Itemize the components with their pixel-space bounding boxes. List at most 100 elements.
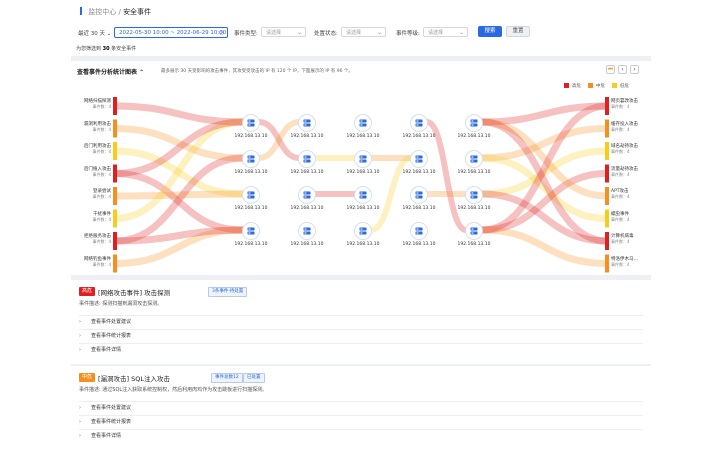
right-node-bar xyxy=(605,209,609,228)
ip-node[interactable]: 192.168.13.10 xyxy=(231,186,271,211)
left-node-bar xyxy=(113,97,117,115)
date-range-input[interactable]: 2022-05-30 10:00 ~ 2022-06-29 10:00 ◷ xyxy=(114,27,228,38)
server-icon xyxy=(415,155,423,163)
first-page-button[interactable]: ⏮ xyxy=(606,65,615,74)
chevron-right-icon: › xyxy=(79,333,81,339)
target-node[interactable]: 网页篡改攻击 事件数：4 xyxy=(611,98,651,110)
expand-row[interactable]: › 查看事件处置建议 xyxy=(79,401,643,414)
source-node[interactable]: 漏洞利用攻击 事件数：4 xyxy=(71,121,111,133)
target-node[interactable]: 域名劫持攻击 事件数：4 xyxy=(611,143,651,155)
event-title[interactable]: [漏洞攻击] SQL注入攻击 xyxy=(98,373,170,383)
level-select[interactable]: 请选择 ⌄ xyxy=(423,27,468,37)
row-label: 查看事件统计报表 xyxy=(91,419,132,425)
status-label: 处置状态: xyxy=(314,31,338,37)
event-type-select[interactable]: 请选择 ⌄ xyxy=(261,27,306,37)
chart-title: 查看事件分析统计图表 xyxy=(77,69,138,76)
ip-node-circle xyxy=(465,150,483,168)
ip-node[interactable]: 192.168.13.10 xyxy=(399,150,439,175)
expand-row[interactable]: › 查看事件详情 xyxy=(79,429,643,442)
expand-row[interactable]: › 查看事件统计报表 xyxy=(79,329,643,342)
ip-node-circle xyxy=(298,114,316,132)
status-select[interactable]: 请选择 ⌄ xyxy=(341,27,386,37)
result-number: 30 xyxy=(102,46,110,52)
ip-node[interactable]: 192.168.13.10 xyxy=(287,186,327,211)
legend-label: 中危 xyxy=(596,84,605,89)
source-node[interactable]: 干扰事件 事件数：4 xyxy=(71,211,111,223)
legend-medium: 中危 xyxy=(588,83,605,89)
chevron-down-icon: ⌄ xyxy=(106,31,112,37)
event-title[interactable]: [网络攻击事件] 攻击探测 xyxy=(98,287,170,297)
ip-node[interactable]: 192.168.13.10 xyxy=(454,222,494,247)
expand-row[interactable]: › 查看事件详情 xyxy=(79,343,643,356)
ip-node[interactable]: 192.168.13.10 xyxy=(343,222,383,247)
target-node[interactable]: 流量劫持攻击 事件数：4 xyxy=(611,166,651,178)
legend-low: 低危 xyxy=(612,83,629,89)
chart-toggle[interactable]: 查看事件分析统计图表 ⌃ xyxy=(77,67,144,76)
ip-node[interactable]: 192.168.13.10 xyxy=(343,114,383,139)
level-placeholder: 请选择 xyxy=(428,30,444,36)
target-node[interactable]: 缓存投入攻击 事件数：4 xyxy=(611,121,651,133)
source-node[interactable]: 网络扫描探测 事件数：4 xyxy=(71,98,111,110)
clock-icon: ◷ xyxy=(219,30,224,36)
server-icon xyxy=(359,119,367,127)
ip-node[interactable]: 192.168.13.10 xyxy=(343,150,383,175)
expand-row[interactable]: › 查看事件统计报表 xyxy=(79,415,643,428)
ip-node[interactable]: 192.168.13.10 xyxy=(231,150,271,175)
ip-node[interactable]: 192.168.13.10 xyxy=(343,186,383,211)
ip-label: 192.168.13.10 xyxy=(457,242,491,247)
ip-node[interactable]: 192.168.13.10 xyxy=(399,222,439,247)
chart-subtitle: 最多展示 30 天受影响的攻击事件，其攻受受攻击的 IP 有 120 个 IP，… xyxy=(161,69,353,74)
node-count: 事件数：4 xyxy=(92,216,111,222)
ip-node[interactable]: 192.168.13.10 xyxy=(399,114,439,139)
ip-node[interactable]: 192.168.13.10 xyxy=(454,150,494,175)
row-label: 查看事件详情 xyxy=(91,433,122,439)
ip-node-circle xyxy=(410,186,428,204)
ip-label: 192.168.13.10 xyxy=(402,170,436,175)
ip-node[interactable]: 192.168.13.10 xyxy=(231,114,271,139)
source-node[interactable]: 登录尝试 事件数：4 xyxy=(71,188,111,200)
right-node-bar xyxy=(605,232,609,250)
ip-node[interactable]: 192.168.13.10 xyxy=(454,186,494,211)
source-node[interactable]: 后门利用攻击 事件数：4 xyxy=(71,143,111,155)
search-button[interactable]: 搜索 xyxy=(478,26,502,37)
reset-button[interactable]: 重置 xyxy=(506,26,530,37)
source-node[interactable]: 后门植入攻击 事件数：4 xyxy=(71,166,111,178)
ip-label: 192.168.13.10 xyxy=(234,206,268,211)
ip-node-circle xyxy=(354,150,372,168)
prev-page-button[interactable]: ‹ xyxy=(618,65,627,74)
left-node-bar xyxy=(113,209,117,228)
source-node[interactable]: 网络钓鱼事件 事件数：4 xyxy=(71,256,111,268)
ip-node[interactable]: 192.168.13.10 xyxy=(454,114,494,139)
ip-node[interactable]: 192.168.13.10 xyxy=(231,222,271,247)
right-node-bar xyxy=(605,187,609,205)
node-count: 事件数：4 xyxy=(611,239,630,244)
ip-node[interactable]: 192.168.13.10 xyxy=(399,186,439,211)
ip-node[interactable]: 192.168.13.10 xyxy=(287,150,327,175)
ip-node-circle xyxy=(354,222,372,240)
ip-label: 192.168.13.10 xyxy=(346,170,380,175)
server-icon xyxy=(359,155,367,163)
result-count: 为您筛选到 30 条安全事件 xyxy=(76,45,136,52)
result-prefix: 为您筛选到 xyxy=(76,46,102,52)
time-range-select[interactable]: 最近 30 天 ⌄ xyxy=(78,29,111,37)
next-page-button[interactable]: › xyxy=(630,65,639,74)
source-node[interactable]: 拒绝服务攻击 事件数：4 xyxy=(71,233,111,245)
target-node[interactable]: 特洛伊木马… 事件数：4 xyxy=(611,256,651,268)
ip-label: 192.168.13.10 xyxy=(402,206,436,211)
breadcrumb-separator: / xyxy=(118,8,121,16)
ip-node[interactable]: 192.168.13.10 xyxy=(287,222,327,247)
legend-label: 高危 xyxy=(572,84,581,89)
right-node-bar xyxy=(605,254,609,273)
event-tag: 事件总数12 xyxy=(211,373,243,383)
server-icon xyxy=(415,119,423,127)
target-node[interactable]: 计算机病毒 事件数：4 xyxy=(611,233,651,245)
event-type-placeholder: 请选择 xyxy=(266,30,282,36)
ip-node-circle xyxy=(410,222,428,240)
breadcrumb-parent[interactable]: 监控中心 xyxy=(88,8,116,16)
target-node[interactable]: 蠕虫事件 事件数：4 xyxy=(611,211,651,223)
target-node[interactable]: APT攻击 事件数：4 xyxy=(611,188,651,200)
node-count: 事件数：4 xyxy=(92,261,111,267)
ip-node[interactable]: 192.168.13.10 xyxy=(287,114,327,139)
event-tag: 3条事件·待处置 xyxy=(208,287,248,297)
expand-row[interactable]: › 查看事件处置建议 xyxy=(79,315,643,328)
